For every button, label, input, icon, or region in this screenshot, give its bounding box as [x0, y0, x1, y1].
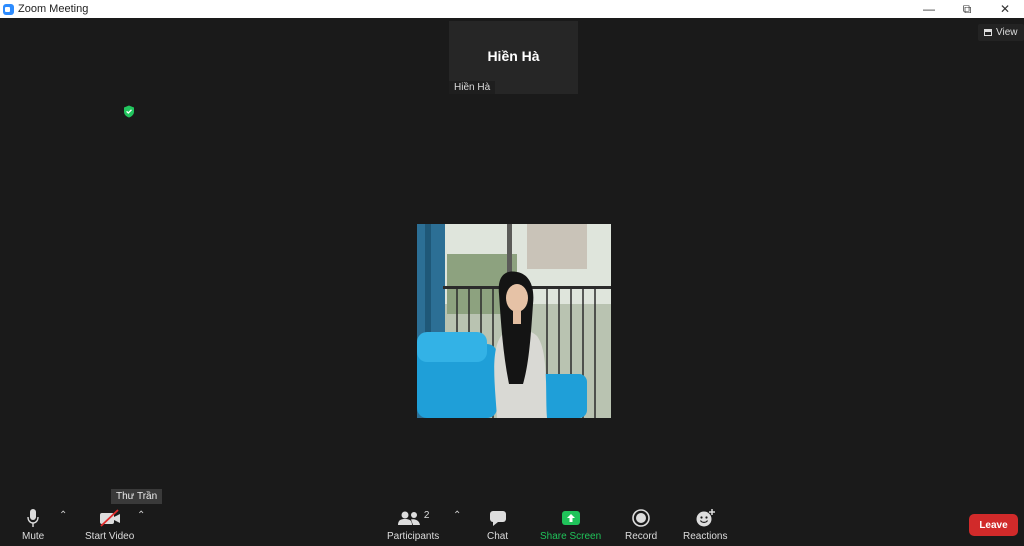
participants-icon [397, 511, 420, 525]
record-icon [631, 507, 651, 529]
mute-label: Mute [22, 531, 45, 542]
view-button[interactable]: View [978, 24, 1024, 41]
window-title-bar: Zoom Meeting — ⧉ ✕ [0, 0, 1024, 18]
share-screen-button[interactable]: Share Screen [540, 507, 601, 542]
share-screen-label: Share Screen [540, 531, 602, 542]
microphone-icon [26, 507, 40, 529]
video-off-icon [98, 507, 122, 529]
view-label: View [996, 27, 1018, 38]
leave-button[interactable]: Leave [969, 514, 1018, 536]
smiley-plus-icon [694, 507, 716, 529]
participants-count: 2 [423, 509, 430, 521]
shield-icon[interactable] [123, 105, 135, 118]
restore-icon[interactable]: ⧉ [948, 0, 986, 18]
participants-label: Participants [387, 531, 440, 542]
reactions-label: Reactions [683, 531, 728, 542]
window-controls: — ⧉ ✕ [910, 0, 1024, 18]
window-title: Zoom Meeting [18, 3, 89, 15]
mute-button[interactable]: Mute [22, 507, 44, 542]
tooltip: Thư Trần [111, 489, 163, 504]
participant-tile[interactable]: Hiền Hà Hiền Hà [449, 21, 578, 94]
video-feed-thumbnail [417, 224, 611, 418]
record-button[interactable]: Record [625, 507, 657, 542]
participant-display-name: Hiền Hà [487, 48, 540, 64]
chat-bubble-icon [488, 507, 508, 529]
participants-options-chevron-icon[interactable]: ⌃ [453, 510, 461, 521]
video-options-chevron-icon[interactable]: ⌃ [137, 510, 145, 521]
minimize-icon[interactable]: — [910, 0, 948, 18]
participants-icon-group: 2 [397, 507, 430, 529]
close-icon[interactable]: ✕ [986, 0, 1024, 18]
record-label: Record [625, 531, 658, 542]
reactions-button[interactable]: Reactions [683, 507, 727, 542]
start-video-label: Start Video [85, 531, 135, 542]
chat-label: Chat [487, 531, 509, 542]
zoom-app-icon [3, 3, 14, 15]
participants-button[interactable]: 2 Participants [387, 507, 440, 543]
mute-options-chevron-icon[interactable]: ⌃ [59, 510, 67, 521]
start-video-button[interactable]: Start Video [85, 507, 134, 542]
chat-button[interactable]: Chat [487, 507, 508, 542]
share-screen-icon [560, 507, 582, 529]
grid-icon [984, 29, 992, 36]
participant-name-label: Hiền Hà [449, 81, 496, 94]
